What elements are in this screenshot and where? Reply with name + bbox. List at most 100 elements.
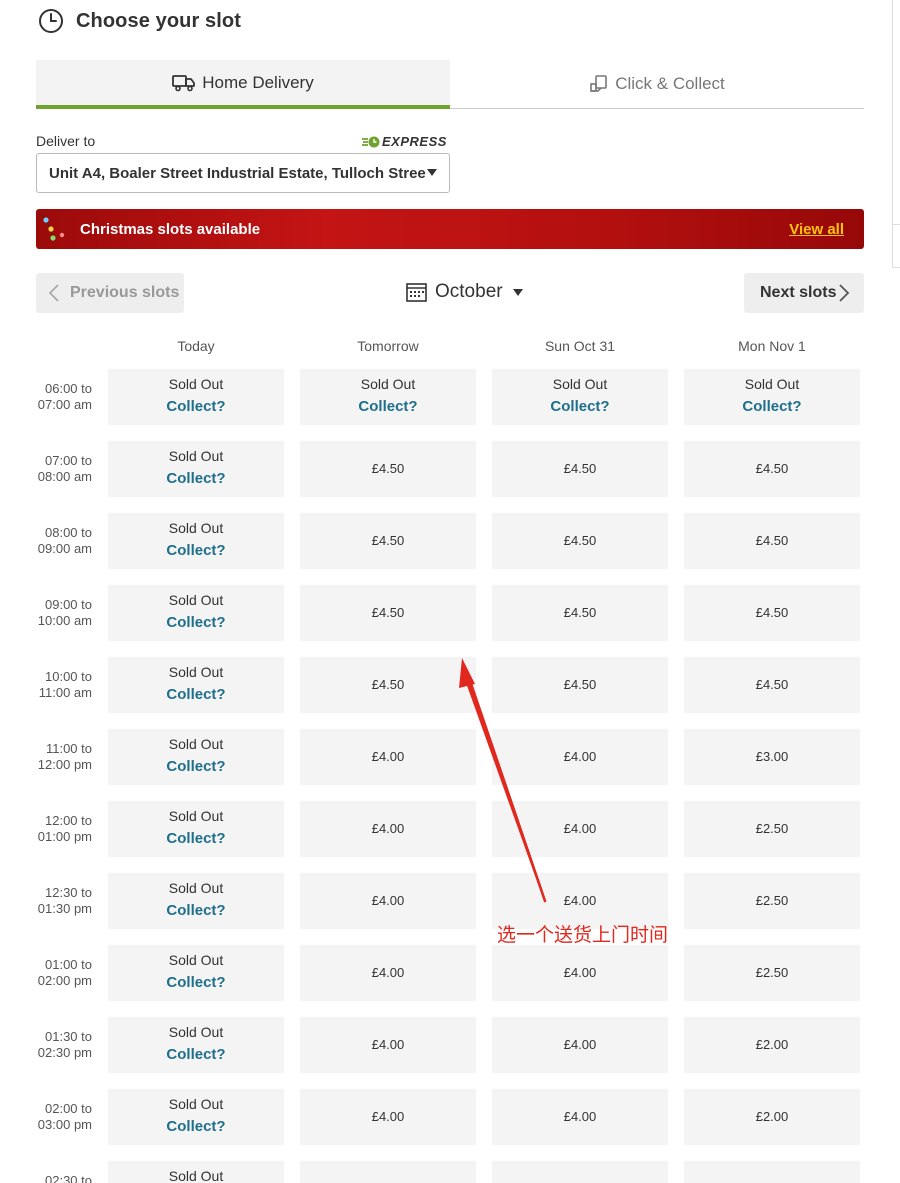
slot-cell-price[interactable]: £2.50: [684, 945, 860, 1001]
slot-cell-price[interactable]: £4.50: [492, 441, 668, 497]
slot-cell-price[interactable]: £4.50: [684, 657, 860, 713]
collect-link[interactable]: Collect?: [108, 470, 284, 487]
slot-time-start: 08:00 to: [45, 525, 92, 540]
slot-cell-price[interactable]: £4.00: [492, 945, 668, 1001]
slot-cell-price[interactable]: £4.50: [300, 585, 476, 641]
slot-cell-price[interactable]: £4.50: [684, 585, 860, 641]
collect-link[interactable]: Collect?: [108, 398, 284, 415]
previous-slots-button[interactable]: Previous slots: [36, 273, 184, 313]
slot-cell-price[interactable]: £2.00: [684, 1017, 860, 1073]
page-header: Choose your slot: [38, 6, 241, 36]
slot-cell-sold-out[interactable]: Sold Out Collect?: [108, 945, 284, 1001]
slot-price: £4.00: [371, 749, 405, 764]
slot-cell-sold-out[interactable]: Sold Out Collect?: [108, 441, 284, 497]
collect-link[interactable]: Collect?: [108, 830, 284, 847]
slot-price: £4.50: [755, 533, 789, 548]
address-value: Unit A4, Boaler Street Industrial Estate…: [49, 164, 426, 182]
slot-cell-sold-out[interactable]: Sold Out Collect?: [684, 369, 860, 425]
slot-price: £4.50: [563, 461, 597, 476]
slot-cell-price[interactable]: £4.00: [300, 801, 476, 857]
slot-cell-price[interactable]: £2.00: [684, 1089, 860, 1145]
slot-cell-price[interactable]: £4.50: [300, 441, 476, 497]
sold-out-text: Sold Out: [168, 1096, 224, 1112]
slot-price: £4.50: [563, 533, 597, 548]
slot-cell-sold-out[interactable]: Sold Out Collect?: [108, 657, 284, 713]
collect-link[interactable]: Collect?: [108, 1046, 284, 1063]
collect-point-icon: [590, 75, 608, 92]
slot-cell-price[interactable]: £4.50: [300, 657, 476, 713]
truck-icon: [172, 74, 196, 91]
collect-link[interactable]: Collect?: [108, 974, 284, 991]
slot-time-end: 03:00 pm: [37, 1117, 92, 1132]
slot-cell-price[interactable]: £4.00: [300, 729, 476, 785]
slot-cell-sold-out[interactable]: Sold Out Collect?: [108, 729, 284, 785]
next-slots-button[interactable]: Next slots: [744, 273, 864, 313]
slot-cell-price[interactable]: £4.00: [300, 1017, 476, 1073]
slot-cell-sold-out[interactable]: Sold Out Collect?: [108, 1017, 284, 1073]
slot-cell-price[interactable]: £4.00: [492, 801, 668, 857]
slot-cell-price[interactable]: £4.50: [492, 513, 668, 569]
slot-cell-price[interactable]: £4.00: [300, 1089, 476, 1145]
slot-cell-price[interactable]: £4.00: [300, 873, 476, 929]
slot-cell-sold-out[interactable]: Sold Out Collect?: [108, 513, 284, 569]
slot-cell-price[interactable]: £4.50: [300, 513, 476, 569]
caret-down-icon: [427, 169, 437, 176]
slot-cell-price[interactable]: £4.50: [492, 657, 668, 713]
slot-cell-price[interactable]: £4.50: [492, 585, 668, 641]
slot-time-end: 11:00 am: [38, 685, 92, 700]
address-select[interactable]: Unit A4, Boaler Street Industrial Estate…: [36, 153, 450, 193]
slot-cell-sold-out[interactable]: Sold Out Collect?: [108, 585, 284, 641]
collect-link[interactable]: Collect?: [108, 542, 284, 559]
slot-cell-sold-out[interactable]: Sold Out: [108, 1161, 284, 1183]
collect-link[interactable]: Collect?: [108, 1118, 284, 1135]
slot-cell-sold-out[interactable]: Sold Out Collect?: [108, 801, 284, 857]
slot-cell-sold-out[interactable]: Sold Out Collect?: [300, 369, 476, 425]
slot-time-start: 07:00 to: [45, 453, 92, 468]
collect-link[interactable]: Collect?: [108, 614, 284, 631]
slot-cell-price[interactable]: £4.50: [684, 441, 860, 497]
slot-price: £4.00: [563, 1109, 597, 1124]
slot-cell[interactable]: [492, 1161, 668, 1183]
slot-cell-sold-out[interactable]: Sold Out Collect?: [108, 1089, 284, 1145]
slot-cell-price[interactable]: £4.00: [492, 1089, 668, 1145]
slot-cell-price[interactable]: £2.50: [684, 801, 860, 857]
side-panel-edge: [892, 0, 900, 268]
sold-out-text: Sold Out: [360, 376, 416, 392]
collect-link[interactable]: Collect?: [300, 398, 476, 415]
collect-link[interactable]: Collect?: [492, 398, 668, 415]
slot-cell-price[interactable]: £2.50: [684, 873, 860, 929]
slot-price: £4.00: [371, 1037, 405, 1052]
slot-time-start: 09:00 to: [45, 597, 92, 612]
previous-slots-label: Previous slots: [70, 284, 180, 301]
sold-out-text: Sold Out: [168, 376, 224, 392]
slot-price: £4.50: [371, 461, 405, 476]
slot-time-label: 06:00 to 07:00 am: [36, 381, 92, 413]
slot-cell-price[interactable]: £4.50: [684, 513, 860, 569]
slot-time-label: 12:30 to 01:30 pm: [36, 885, 92, 917]
tab-click-collect[interactable]: Click & Collect: [450, 60, 864, 108]
slot-cell-sold-out[interactable]: Sold Out Collect?: [108, 369, 284, 425]
sold-out-text: Sold Out: [168, 808, 224, 824]
slot-price: £2.00: [755, 1109, 789, 1124]
collect-link[interactable]: Collect?: [108, 758, 284, 775]
month-selector[interactable]: October: [406, 281, 523, 303]
slot-cell-price[interactable]: £3.00: [684, 729, 860, 785]
collect-link[interactable]: Collect?: [108, 686, 284, 703]
tab-home-delivery[interactable]: Home Delivery: [36, 60, 450, 109]
slot-cell[interactable]: [300, 1161, 476, 1183]
slot-cell-sold-out[interactable]: Sold Out Collect?: [108, 873, 284, 929]
chevron-left-icon: [48, 284, 59, 302]
slot-price: £3.00: [755, 749, 789, 764]
slot-cell-price[interactable]: £4.00: [300, 945, 476, 1001]
slot-price: £4.50: [371, 533, 405, 548]
slot-cell-price[interactable]: £4.00: [492, 729, 668, 785]
sold-out-text: Sold Out: [744, 376, 800, 392]
slot-time-label: 01:30 to 02:30 pm: [36, 1029, 92, 1061]
slot-cell-price[interactable]: £4.00: [492, 1017, 668, 1073]
slot-cell[interactable]: [684, 1161, 860, 1183]
collect-link[interactable]: Collect?: [684, 398, 860, 415]
view-all-link[interactable]: View all: [789, 221, 844, 238]
collect-link[interactable]: Collect?: [108, 902, 284, 919]
slot-time-start: 10:00 to: [45, 669, 92, 684]
slot-cell-sold-out[interactable]: Sold Out Collect?: [492, 369, 668, 425]
